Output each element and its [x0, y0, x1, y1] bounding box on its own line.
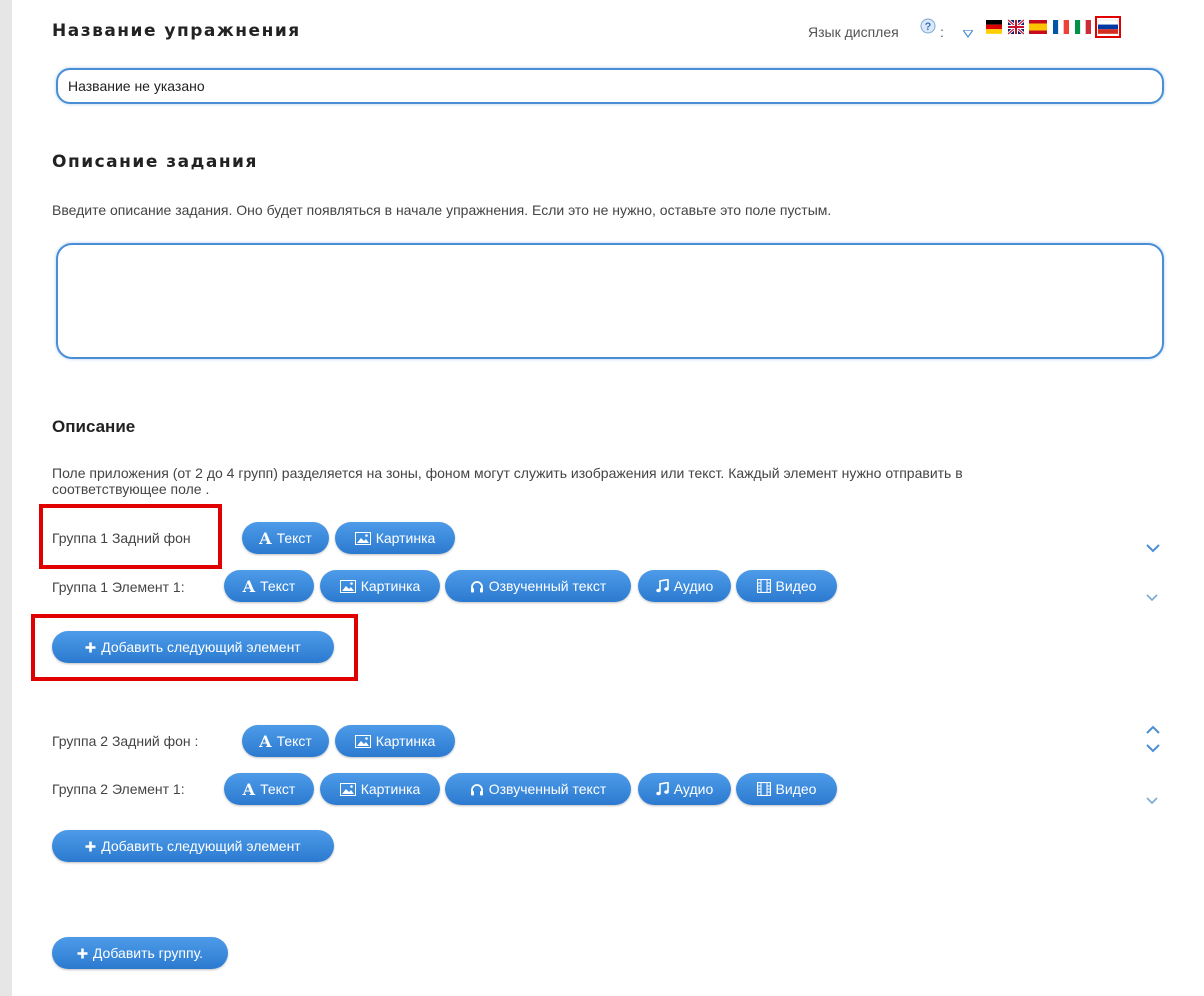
letter-a-icon: A — [259, 731, 272, 751]
group-1-bg-text-button[interactable]: A Текст — [242, 522, 329, 554]
task-hint: Введите описание задания. Оно будет появ… — [52, 202, 832, 218]
group-2-el-spoken-button[interactable]: Озвученный текст — [445, 773, 631, 805]
music-note-icon — [655, 782, 669, 796]
flag-uk-icon[interactable] — [1007, 18, 1025, 36]
group-2-el-text-label: Текст — [260, 781, 296, 797]
group-2-add-element-label: Добавить следующий элемент — [101, 838, 301, 854]
group-1-el-audio-label: Аудио — [673, 578, 714, 594]
group-1-element-1-label: Группа 1 Элемент 1: — [52, 579, 185, 595]
add-group-label: Добавить группу. — [92, 945, 204, 961]
group-1-bg-image-button[interactable]: Картинка — [335, 522, 455, 554]
left-edge-strip — [0, 0, 12, 996]
chevron-down-icon[interactable] — [1146, 541, 1160, 555]
group-2-el-image-label: Картинка — [360, 781, 421, 797]
description-heading: Описание — [52, 417, 136, 436]
picture-icon — [339, 579, 356, 593]
letter-a-icon: A — [259, 528, 272, 548]
group-2-background-label: Группа 2 Задний фон : — [52, 733, 199, 749]
highlight-box-add-element — [31, 614, 358, 681]
group-1-el-image-button[interactable]: Картинка — [320, 570, 440, 602]
group-2-el-audio-button[interactable]: Аудио — [638, 773, 731, 805]
add-group-button[interactable]: Добавить группу. — [52, 937, 228, 969]
group-2-add-element-button[interactable]: Добавить следующий элемент — [52, 830, 334, 862]
group-2-element-1-label: Группа 2 Элемент 1: — [52, 781, 185, 797]
group-2-el-audio-label: Аудио — [673, 781, 714, 797]
group-1-el-video-label: Видео — [775, 578, 817, 594]
film-icon — [756, 579, 771, 593]
exercise-title-input[interactable]: Название не указано — [56, 68, 1164, 104]
group-2-el-text-button[interactable]: A Текст — [224, 773, 314, 805]
group-2-bg-image-label: Картинка — [375, 733, 436, 749]
exercise-title-value: Название не указано — [68, 78, 205, 94]
task-heading: Описание задания — [52, 152, 258, 172]
group-1-bg-text-label: Текст — [276, 530, 312, 546]
group-1-el-spoken-button[interactable]: Озвученный текст — [445, 570, 631, 602]
group-2-el-spoken-label: Озвученный текст — [488, 781, 607, 797]
flag-italy-icon[interactable] — [1075, 19, 1091, 35]
music-note-icon — [655, 579, 669, 593]
chevron-up-icon[interactable] — [1146, 722, 1160, 736]
letter-a-icon: A — [242, 576, 256, 596]
film-icon — [756, 782, 771, 796]
language-label: Язык дисплея — [808, 24, 899, 40]
svg-text:?: ? — [925, 21, 932, 33]
headphones-icon — [470, 580, 484, 593]
group-2-bg-image-button[interactable]: Картинка — [335, 725, 455, 757]
group-1-bg-image-label: Картинка — [375, 530, 436, 546]
headphones-icon — [470, 783, 484, 796]
group-1-el-text-label: Текст — [260, 578, 296, 594]
triangle-down-icon[interactable] — [961, 25, 975, 43]
flag-russia-icon[interactable] — [1095, 16, 1121, 38]
group-1-el-text-button[interactable]: A Текст — [224, 570, 314, 602]
language-colon: : — [940, 24, 944, 40]
group-1-el-spoken-label: Озвученный текст — [488, 578, 607, 594]
task-description-textarea[interactable] — [56, 243, 1164, 359]
highlight-box-group-1-background — [39, 504, 222, 569]
group-1-el-video-button[interactable]: Видео — [736, 570, 837, 602]
description-text-line2: соответствующее поле . — [52, 481, 210, 497]
plus-icon — [85, 841, 96, 852]
flag-germany-icon[interactable] — [986, 19, 1002, 35]
group-2-el-video-label: Видео — [775, 781, 817, 797]
page-title: Название упражнения — [52, 21, 301, 41]
description-text-line1: Поле приложения (от 2 до 4 групп) раздел… — [52, 465, 963, 481]
picture-icon — [354, 734, 371, 748]
chevron-down-icon[interactable] — [1146, 590, 1158, 604]
flag-france-icon[interactable] — [1053, 19, 1069, 35]
picture-icon — [354, 531, 371, 545]
group-2-el-video-button[interactable]: Видео — [736, 773, 837, 805]
group-2-bg-text-label: Текст — [276, 733, 312, 749]
picture-icon — [339, 782, 356, 796]
flag-spain-icon[interactable] — [1029, 19, 1047, 35]
letter-a-icon: A — [242, 779, 256, 799]
group-2-el-image-button[interactable]: Картинка — [320, 773, 440, 805]
group-1-el-audio-button[interactable]: Аудио — [638, 570, 731, 602]
group-1-el-image-label: Картинка — [360, 578, 421, 594]
plus-icon — [77, 948, 88, 959]
chevron-down-icon[interactable] — [1146, 741, 1160, 755]
chevron-down-icon[interactable] — [1146, 793, 1158, 807]
group-2-bg-text-button[interactable]: A Текст — [242, 725, 329, 757]
help-icon[interactable]: ? — [920, 18, 936, 34]
